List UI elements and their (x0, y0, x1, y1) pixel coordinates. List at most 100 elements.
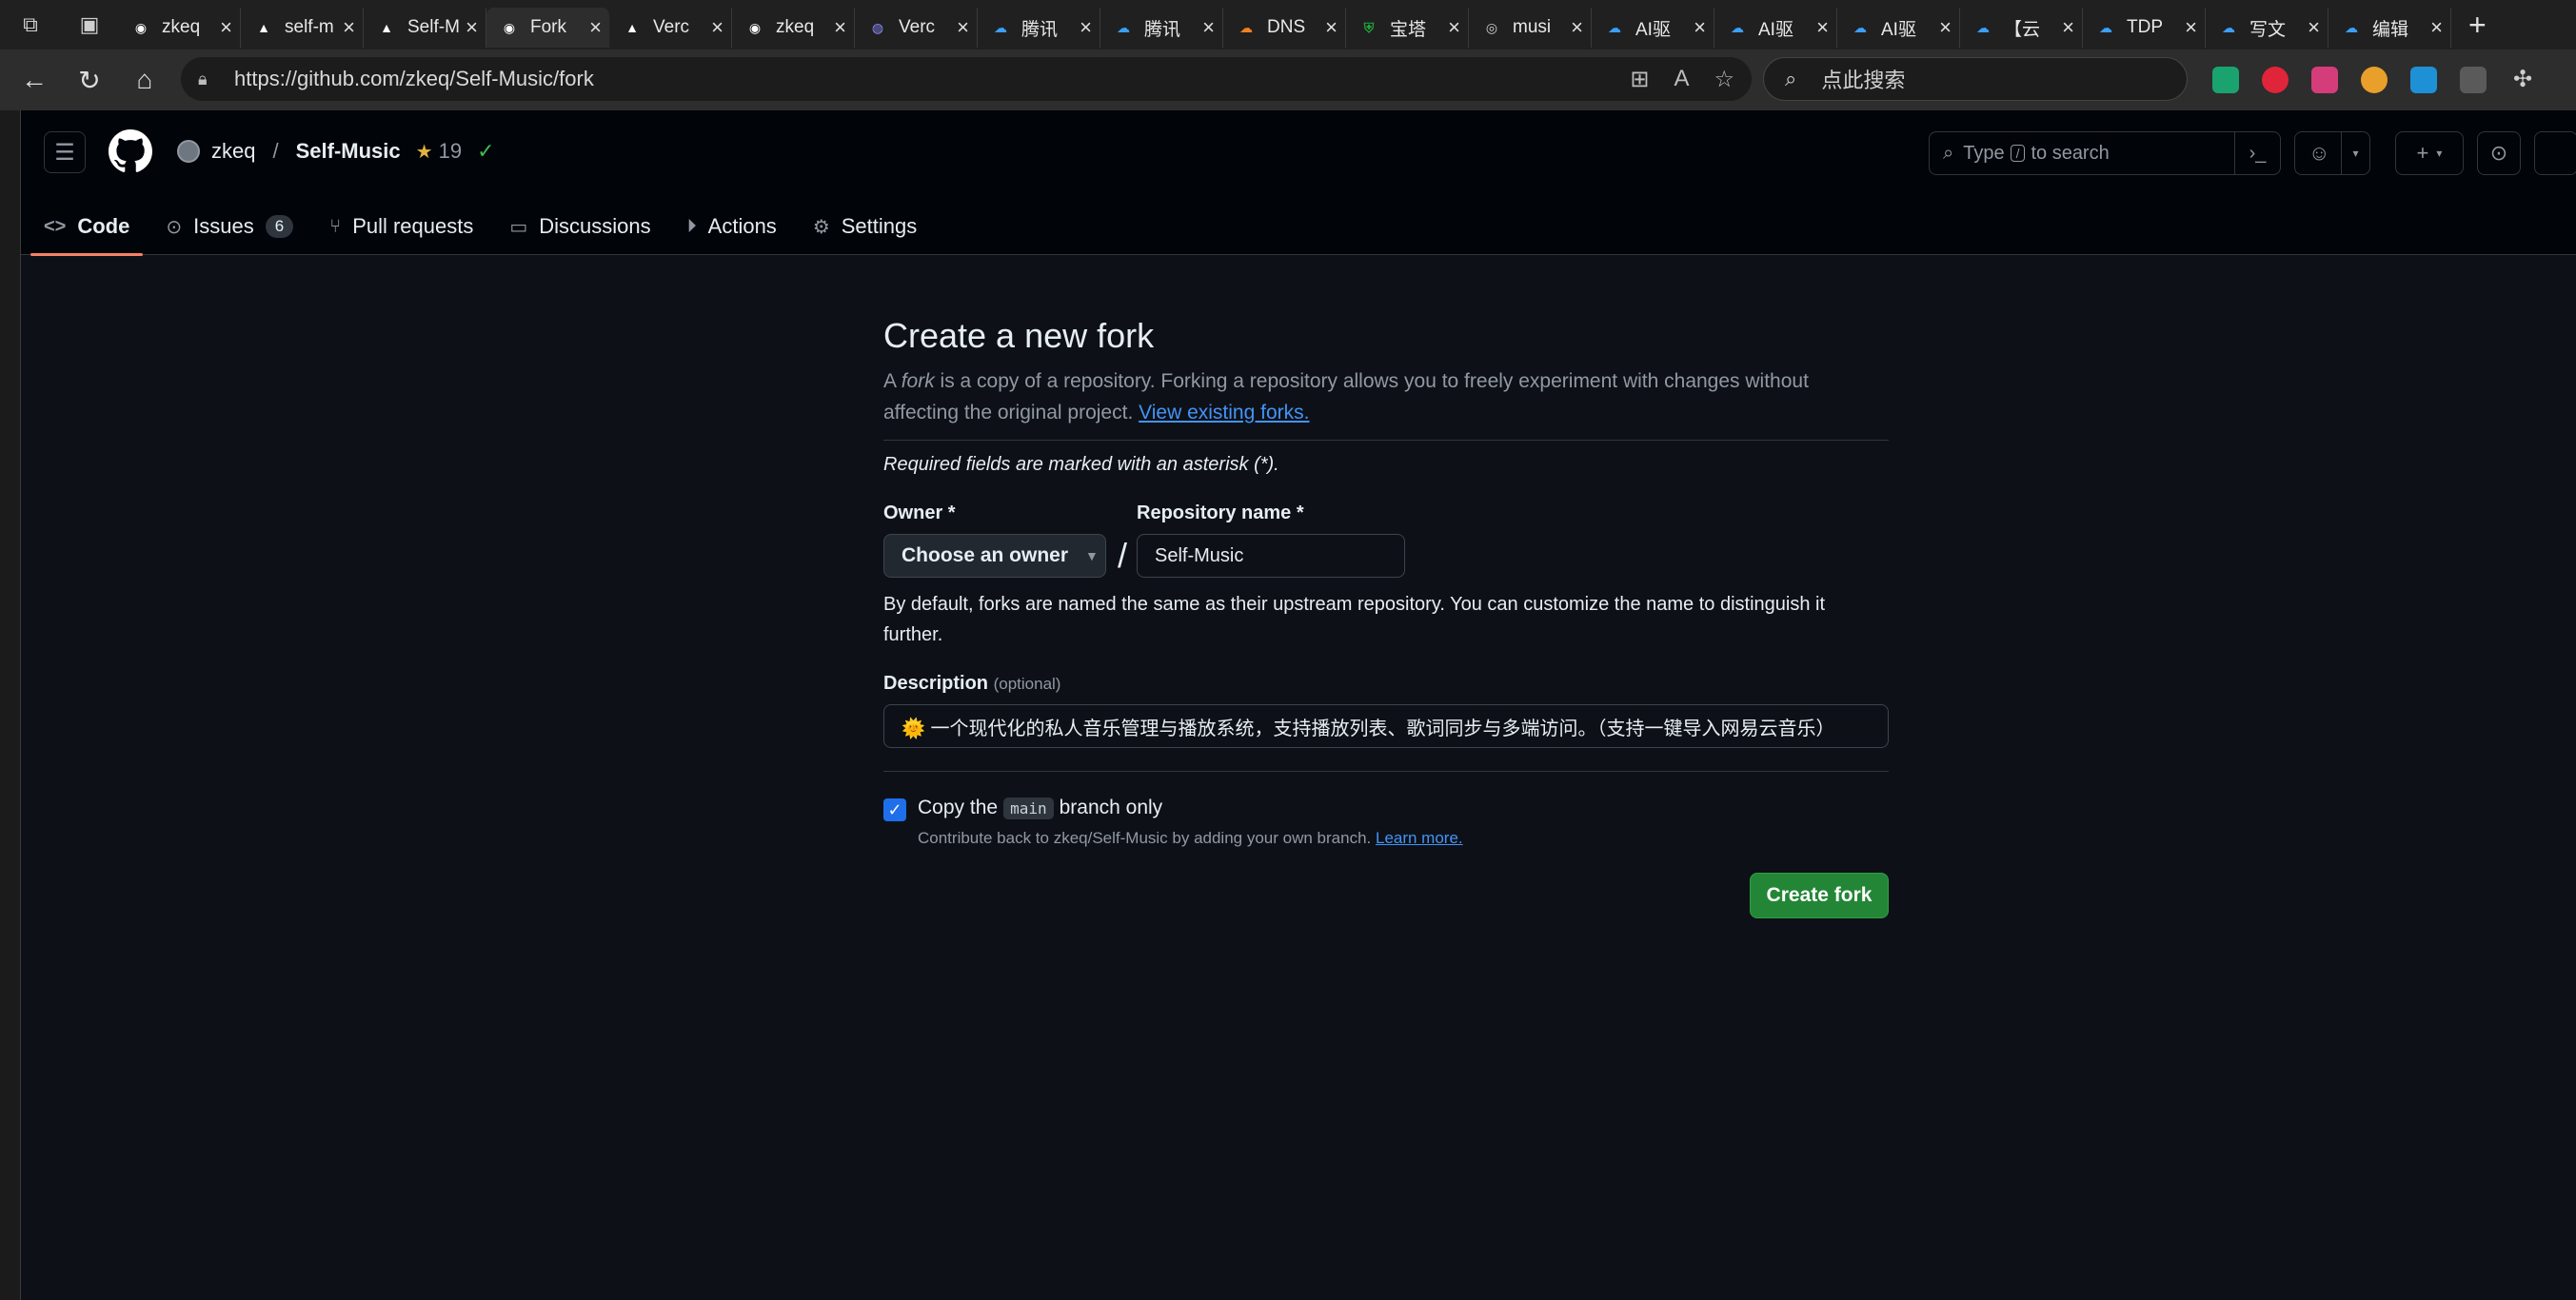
new-tab-button[interactable]: + (2468, 8, 2487, 43)
close-icon[interactable]: × (1080, 15, 1092, 40)
favorite-star-icon[interactable]: ☆ (1714, 66, 1734, 93)
close-icon[interactable]: × (1694, 15, 1706, 40)
browser-search-box[interactable]: ⌕ 点此搜索 (1763, 57, 2188, 101)
copy-main-branch-checkbox[interactable]: ✓ (883, 798, 906, 821)
browser-tab[interactable]: ▲ self-m × (241, 8, 364, 48)
extension-blue-icon[interactable] (2410, 67, 2437, 93)
create-fork-button[interactable]: Create fork (1750, 873, 1889, 918)
extension-grey-icon[interactable] (2460, 67, 2487, 93)
copilot-button[interactable]: ☺ ▾ (2294, 131, 2370, 175)
browser-tab[interactable]: ☁ AI驱 × (1592, 8, 1714, 48)
copy-main-branch-label[interactable]: Copy the main branch only (918, 797, 1463, 819)
vercel-icon: ▲ (625, 20, 639, 35)
read-aloud-icon[interactable]: A (1674, 66, 1689, 93)
learn-more-link[interactable]: Learn more. (1376, 829, 1463, 847)
browser-tab[interactable]: ◉ zkeq × (118, 8, 241, 48)
create-new-button[interactable]: + ▾ (2395, 131, 2464, 175)
extension-red-icon[interactable] (2262, 67, 2289, 93)
browser-tab[interactable]: ☁ 腾讯 × (1100, 8, 1223, 48)
extensions-puzzle-icon[interactable]: ✣ (2509, 67, 2536, 93)
close-icon[interactable]: × (2308, 15, 2320, 40)
github-page: ☰ zkeq / Self-Music ★ 19 ✓ ⌕ Type / to s… (21, 110, 2576, 1300)
globe-icon: ◎ (1485, 19, 1498, 35)
extension-green-icon[interactable] (2212, 67, 2239, 93)
close-icon[interactable]: × (1571, 15, 1583, 40)
browser-tab[interactable]: ◎ musi × (1469, 8, 1592, 48)
breadcrumb-repo[interactable]: Self-Music (296, 139, 401, 164)
address-url[interactable]: https://github.com/zkeq/Self-Music/fork (234, 67, 594, 91)
close-icon[interactable]: × (957, 15, 969, 40)
cloud-icon: ☁ (994, 19, 1007, 35)
browser-tab-title: zkeq (162, 17, 201, 37)
close-icon[interactable]: × (1448, 15, 1460, 40)
tab-pull-requests[interactable]: ⑂ Pull requests (316, 198, 486, 255)
hamburger-menu-icon[interactable]: ☰ (44, 131, 86, 173)
workspaces-icon[interactable]: ⧉ (11, 6, 50, 44)
browser-tab[interactable]: ☁ 腾讯 × (978, 8, 1100, 48)
home-icon[interactable]: ⌂ (124, 59, 166, 101)
browser-tab[interactable]: ☁ DNS × (1223, 8, 1346, 48)
extension-pink-icon[interactable] (2311, 67, 2338, 93)
owner-avatar[interactable] (177, 140, 200, 163)
close-icon[interactable]: × (589, 15, 602, 40)
close-icon[interactable]: × (2430, 15, 2443, 40)
browser-tab[interactable]: ◉ zkeq × (732, 8, 855, 48)
tab-issues[interactable]: ⊙ Issues 6 (152, 198, 307, 255)
browser-tab[interactable]: ⛨ 宝塔 × (1346, 8, 1469, 48)
command-palette-icon[interactable]: ›_ (2234, 132, 2280, 174)
tab-code-label: Code (77, 214, 130, 238)
browser-tab-title: Verc (899, 17, 936, 37)
owner-field: Owner * Choose an owner ▼ (883, 502, 1106, 578)
close-icon[interactable]: × (466, 15, 478, 40)
browser-tab-title: Verc (653, 17, 690, 37)
address-bar[interactable]: 🔒︎ https://github.com/zkeq/Self-Music/fo… (181, 57, 1752, 101)
divider (883, 771, 1889, 772)
pull-requests-shortcut-button[interactable] (2534, 131, 2576, 175)
browser-tab[interactable]: ☁ 写文 × (2206, 8, 2328, 48)
lock-icon[interactable]: 🔒︎ (198, 69, 221, 89)
close-icon[interactable]: × (343, 15, 355, 40)
close-icon[interactable]: × (220, 15, 232, 40)
browser-tab[interactable]: ◉ Fork × (486, 8, 609, 48)
close-icon[interactable]: × (834, 15, 846, 40)
extension-orange-icon[interactable] (2361, 67, 2388, 93)
close-icon[interactable]: × (1325, 15, 1338, 40)
tab-code[interactable]: <> Code (30, 198, 144, 256)
close-icon[interactable]: × (1202, 15, 1215, 40)
breadcrumb-owner[interactable]: zkeq (211, 139, 255, 164)
refresh-icon[interactable]: ↻ (69, 59, 110, 101)
close-icon[interactable]: × (1939, 15, 1952, 40)
app-available-icon[interactable]: ⊞ (1630, 66, 1649, 93)
browser-tab-strip: ⧉ ▣ ◉ zkeq × ▲ self-m × ▲ Self-M × ◉ Fork × ▲ Verc × ◉ z… (0, 0, 2576, 49)
issues-shortcut-button[interactable]: ⊙ (2477, 131, 2521, 175)
back-icon[interactable]: ← (13, 59, 55, 101)
tab-settings[interactable]: ⚙ Settings (800, 198, 930, 255)
tab-discussions[interactable]: ▭ Discussions (496, 198, 664, 255)
browser-tab[interactable]: ☁ TDP × (2083, 8, 2206, 48)
star-count: 19 (438, 139, 463, 163)
github-search-input[interactable]: ⌕ Type / to search ›_ (1929, 131, 2281, 175)
repo-name-input[interactable] (1137, 534, 1406, 578)
browser-tab[interactable]: ☁ 【云 × (1960, 8, 2083, 48)
play-icon: ⏵ (686, 215, 697, 237)
close-icon[interactable]: × (2185, 15, 2197, 40)
repo-nav: <> Code ⊙ Issues 6 ⑂ Pull requests ▭ Dis… (21, 198, 930, 256)
naming-note: By default, forks are named the same as … (883, 594, 1826, 645)
view-existing-forks-link[interactable]: View existing forks. (1139, 402, 1309, 423)
close-icon[interactable]: × (711, 15, 723, 40)
github-logo-icon[interactable] (109, 129, 152, 173)
browser-tab[interactable]: ☁ AI驱 × (1714, 8, 1837, 48)
choose-owner-dropdown[interactable]: Choose an owner ▼ (883, 534, 1106, 578)
chevron-down-icon[interactable]: ▾ (2341, 132, 2369, 174)
browser-tab[interactable]: ◍ Verc × (855, 8, 978, 48)
browser-tab[interactable]: ▲ Self-M × (364, 8, 486, 48)
browser-tab[interactable]: ☁ AI驱 × (1837, 8, 1960, 48)
description-input[interactable] (883, 704, 1889, 748)
vertical-tabs-icon[interactable]: ▣ (70, 6, 109, 44)
close-icon[interactable]: × (1816, 15, 1829, 40)
browser-tab[interactable]: ☁ 编辑 × (2328, 8, 2451, 48)
tab-actions[interactable]: ⏵ Actions (674, 198, 790, 255)
browser-tab[interactable]: ▲ Verc × (609, 8, 732, 48)
close-icon[interactable]: × (2062, 15, 2074, 40)
tab-issues-label: Issues (193, 214, 254, 238)
